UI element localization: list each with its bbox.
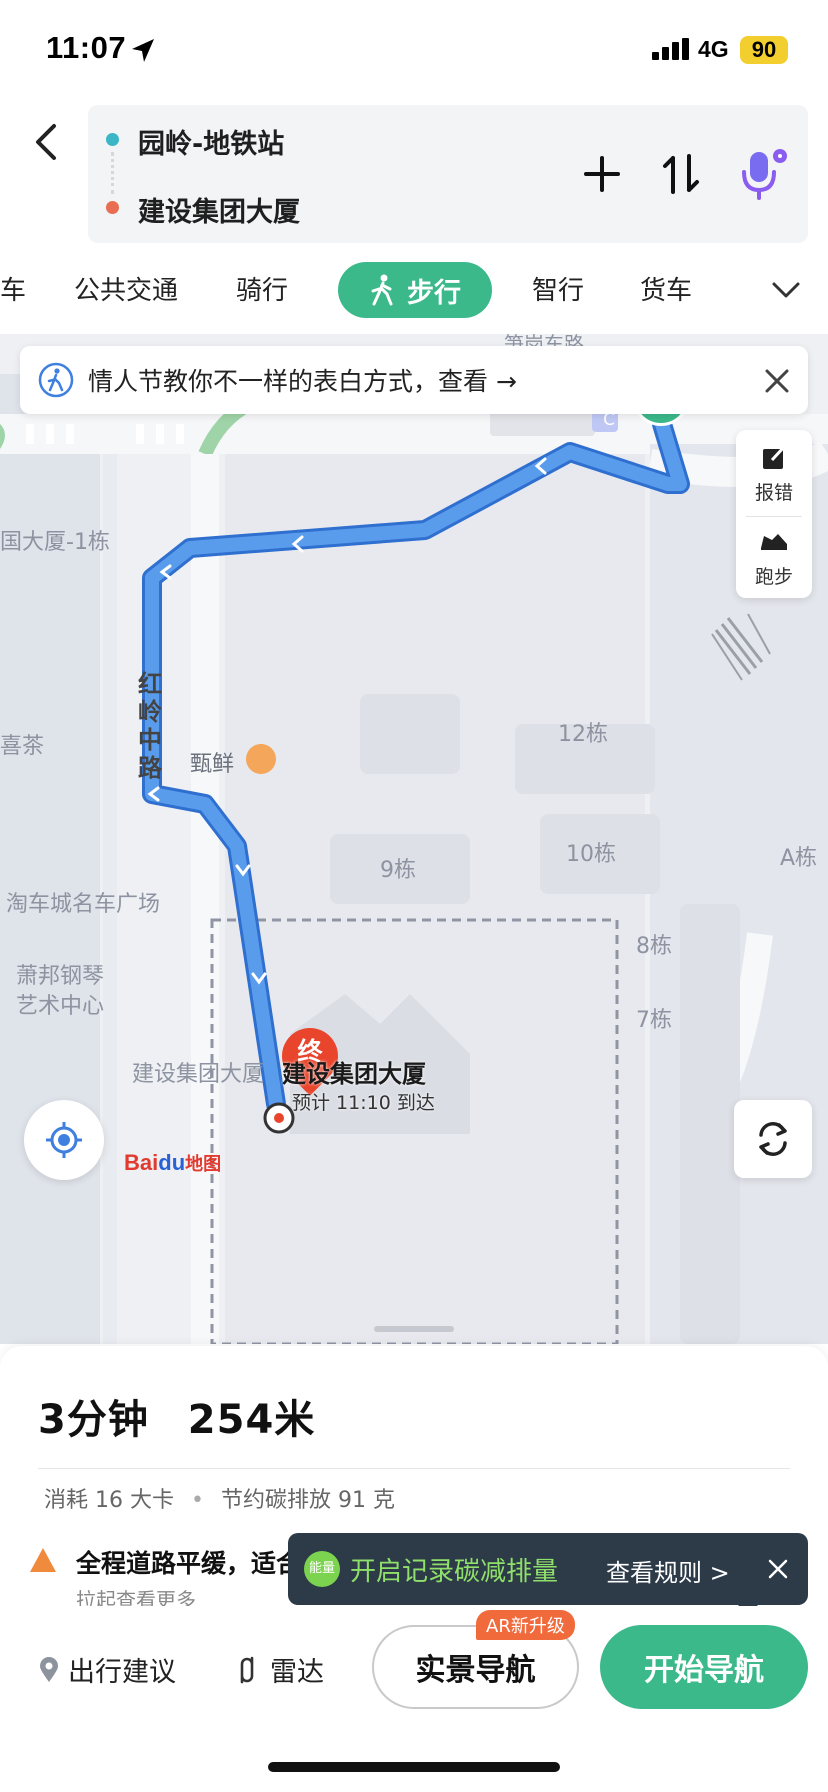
map-label-zhenxian: 甄鲜 <box>190 752 235 777</box>
home-indicator[interactable] <box>268 1762 560 1772</box>
route-summary: 3分钟 254米 <box>38 1387 315 1445</box>
report-error-button[interactable]: 报错 <box>736 434 812 514</box>
tab-smart[interactable]: 智行 <box>532 270 584 307</box>
tab-transit[interactable]: 公共交通 <box>74 270 178 307</box>
view-rules-link[interactable]: 查看规则 > <box>606 1553 730 1588</box>
travel-suggestion-button[interactable]: 出行建议 <box>38 1650 176 1689</box>
tab-walking-label: 步行 <box>407 277 461 309</box>
close-banner-button[interactable] <box>762 366 792 396</box>
logo-du: du <box>158 1150 186 1175</box>
refresh-icon <box>759 1122 787 1156</box>
radar-label: 雷达 <box>270 1657 324 1688</box>
carbon-tip-text: 开启记录碳减排量 <box>350 1557 559 1587</box>
map-label-taoche: 淘车城名车广场 <box>6 892 161 917</box>
route-duration: 3分钟 <box>38 1397 149 1443</box>
restaurant-poi-icon[interactable] <box>246 744 276 774</box>
running-button[interactable]: 跑步 <box>736 518 812 598</box>
map-canvas <box>0 334 828 1344</box>
travel-suggestion-label: 出行建议 <box>68 1657 176 1688</box>
tab-car[interactable]: 车 <box>0 270 26 307</box>
screen: { "status": {"time": "11:07", "network":… <box>0 0 828 1792</box>
energy-badge: 能量 <box>304 1551 340 1587</box>
logo-map: 地图 <box>185 1154 222 1174</box>
route-distance: 254米 <box>187 1397 316 1443</box>
signal-icon <box>652 38 689 60</box>
more-modes-chevron-down-icon[interactable] <box>768 272 804 308</box>
origin-dot-icon <box>106 133 119 146</box>
map-label-hongling-road: 红岭中路 <box>138 670 162 782</box>
destination-field[interactable]: 建设集团大厦 <box>138 190 300 229</box>
radar-button[interactable]: 雷达 <box>234 1650 324 1689</box>
location-pin-icon <box>40 1656 58 1682</box>
walking-circle-icon <box>38 362 74 398</box>
network-type: 4G <box>698 36 729 62</box>
voice-mic-button[interactable] <box>736 146 792 202</box>
baidu-map-logo: Baidu地图 <box>124 1150 221 1176</box>
destination-dot-icon <box>106 201 119 214</box>
crosshair-icon <box>46 1122 82 1158</box>
status-time: 11:07 <box>46 30 127 65</box>
walking-icon <box>371 274 393 306</box>
radar-icon <box>240 1656 254 1683</box>
route-connector <box>111 152 114 194</box>
back-button[interactable] <box>26 118 66 166</box>
eta-label: 预计 11:10 到达 <box>292 1092 435 1114</box>
map-label-destination-faded: 建设集团大厦 <box>132 1062 265 1087</box>
map-side-toolbar: 报错 跑步 <box>736 430 812 598</box>
running-label: 跑步 <box>754 566 793 588</box>
summary-divider <box>38 1468 790 1469</box>
map-label-heytea: 喜茶 <box>0 734 45 759</box>
toolbar-divider <box>746 516 802 517</box>
promo-banner-text: 情人节教你不一样的表白方式，查看 → <box>88 367 517 396</box>
map-label-building-8: 8栋 <box>636 934 672 959</box>
tab-walking[interactable]: 步行 <box>338 262 492 318</box>
carbon-tip-popup[interactable]: 能量 开启记录碳减排量 查看规则 > <box>288 1533 808 1615</box>
battery-indicator: 90 <box>740 36 788 64</box>
sheet-handle[interactable] <box>374 1326 454 1332</box>
map-label-xiaobang-1: 萧邦钢琴 <box>16 964 105 989</box>
map-label-building: 国大厦-1栋 <box>0 530 110 555</box>
location-arrow-icon <box>132 39 154 62</box>
destination-label: 建设集团大厦 <box>282 1060 426 1088</box>
tab-truck[interactable]: 货车 <box>640 270 692 307</box>
map-view[interactable]: 笋岗东路 国大厦-1栋 喜茶 红岭中路 甄鲜 12栋 10栋 9栋 8栋 7栋 … <box>0 334 828 1344</box>
edit-icon <box>763 445 786 469</box>
warning-triangle-icon <box>30 1548 56 1572</box>
add-waypoint-button[interactable] <box>582 154 622 194</box>
sneaker-icon <box>761 534 787 550</box>
map-label-building-7: 7栋 <box>636 1008 672 1033</box>
map-label-building-a: A栋 <box>780 846 818 871</box>
refresh-route-button[interactable] <box>734 1100 812 1178</box>
map-label-building-10: 10栋 <box>566 842 616 867</box>
map-label-building-12: 12栋 <box>558 722 608 747</box>
map-label-xiaobang-2: 艺术中心 <box>16 994 105 1019</box>
ar-upgrade-badge: AR新升级 <box>476 1610 575 1640</box>
route-stats: 消耗 16 大卡 • 节约碳排放 91 克 <box>44 1488 395 1513</box>
tab-cycling[interactable]: 骑行 <box>236 270 288 307</box>
logo-bai: Bai <box>124 1150 159 1175</box>
calories-stat: 消耗 16 大卡 <box>44 1488 174 1513</box>
origin-field[interactable]: 园岭-地铁站 <box>138 122 284 161</box>
report-error-label: 报错 <box>754 482 793 504</box>
promo-banner[interactable]: 情人节教你不一样的表白方式，查看 → <box>20 346 808 414</box>
map-label-building-9: 9栋 <box>380 858 416 883</box>
carbon-stat: 节约碳排放 91 克 <box>220 1488 395 1513</box>
close-tip-button[interactable] <box>766 1557 790 1581</box>
start-navigation-button[interactable]: 开始导航 <box>600 1625 808 1709</box>
swap-route-button[interactable] <box>661 152 701 196</box>
locate-me-button[interactable] <box>24 1100 104 1180</box>
